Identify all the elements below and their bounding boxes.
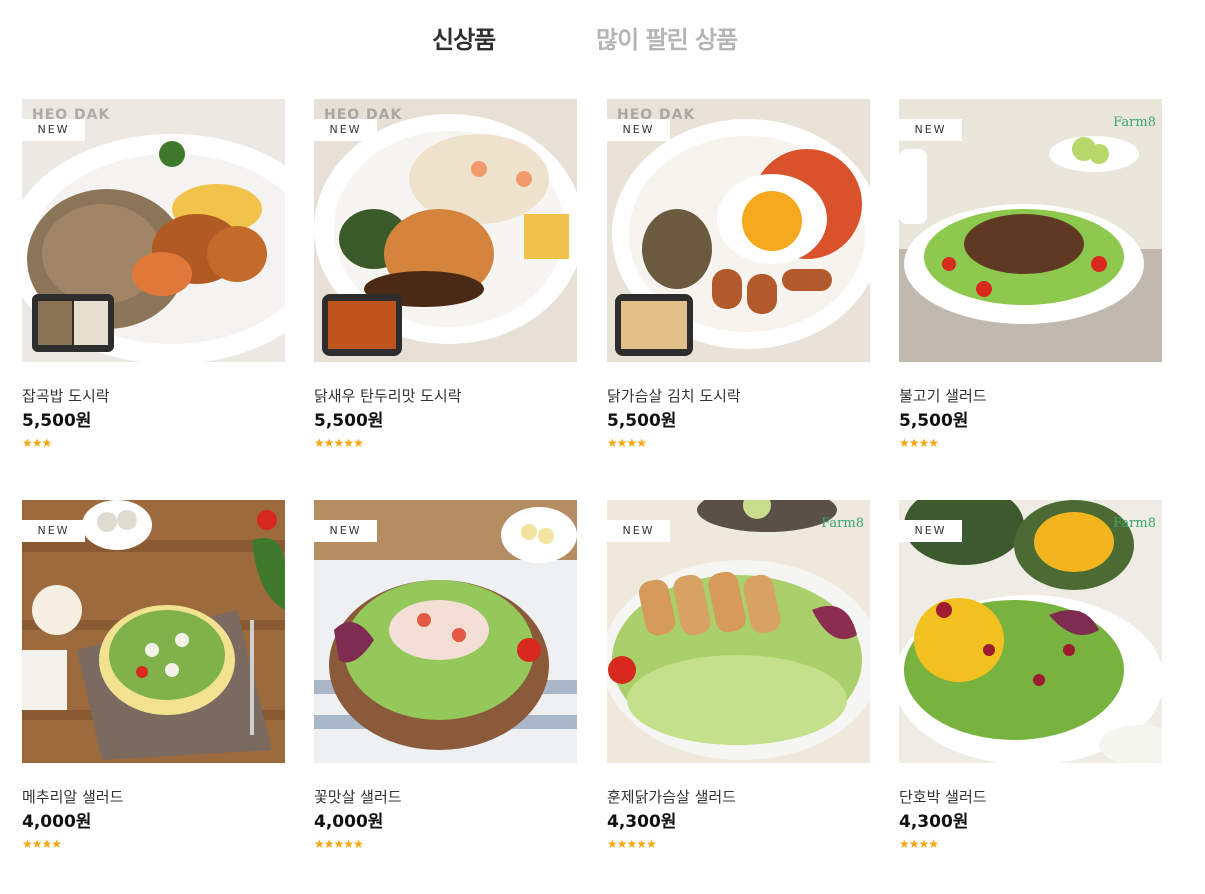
product-name[interactable]: 단호박 샐러드 — [899, 786, 987, 807]
quail-egg-salad-image[interactable]: NEW — [22, 500, 285, 763]
star-icon: ★ — [928, 436, 940, 450]
bulgogi-salad-image[interactable]: Farm8 NEW — [899, 99, 1162, 362]
rating-stars: ★★★★★ — [607, 833, 657, 851]
new-badge: NEW — [607, 119, 670, 141]
brand-logo: Farm8 — [1113, 516, 1156, 531]
product-card[interactable]: HEO DAK NEW 잡곡밥 도시락 5,500원 ★★★ — [22, 99, 285, 469]
new-badge: NEW — [899, 520, 962, 542]
chicken-shrimp-tandoori-lunchbox-image[interactable]: HEO DAK NEW — [314, 99, 577, 362]
product-name[interactable]: 훈제닭가슴살 샐러드 — [607, 786, 736, 807]
product-name[interactable]: 잡곡밥 도시락 — [22, 385, 110, 406]
product-name[interactable]: 메추리알 샐러드 — [22, 786, 123, 807]
product-price: 5,500원 — [899, 411, 969, 431]
product-card[interactable]: Farm8 NEW 불고기 샐러드 5,500원 ★★★★ — [899, 99, 1162, 469]
new-badge: NEW — [314, 119, 377, 141]
star-icon: ★ — [41, 436, 53, 450]
product-price: 5,500원 — [607, 411, 677, 431]
star-icon: ★ — [353, 837, 364, 851]
product-card[interactable]: NEW 꽃맛살 샐러드 4,000원 ★★★★★ — [314, 500, 577, 870]
product-name[interactable]: 꽃맛살 샐러드 — [314, 786, 402, 807]
product-tabs: 신상품 많이 팔린 상품 — [0, 20, 1205, 55]
product-price: 4,000원 — [314, 812, 384, 832]
rating-stars: ★★★★★ — [314, 432, 364, 450]
brand-logo: Farm8 — [1113, 115, 1156, 130]
product-card[interactable]: NEW 메추리알 샐러드 4,000원 ★★★★ — [22, 500, 285, 870]
product-price: 4,000원 — [22, 812, 92, 832]
brand-logo: Farm8 — [821, 516, 864, 531]
new-badge: NEW — [314, 520, 377, 542]
star-icon: ★ — [51, 837, 63, 851]
product-card[interactable]: Farm8 NEW 단호박 샐러드 4,300원 ★★★★ — [899, 500, 1162, 870]
product-name[interactable]: 불고기 샐러드 — [899, 385, 987, 406]
star-icon: ★ — [636, 436, 648, 450]
product-price: 4,300원 — [607, 812, 677, 832]
crab-stick-salad-image[interactable]: NEW — [314, 500, 577, 763]
tab-best-sellers[interactable]: 많이 팔린 상품 — [596, 20, 738, 55]
star-icon: ★ — [353, 436, 364, 450]
new-badge: NEW — [899, 119, 962, 141]
rating-stars: ★★★★ — [22, 833, 62, 851]
product-name[interactable]: 닭새우 탄두리맛 도시락 — [314, 385, 462, 406]
rating-stars: ★★★★ — [607, 432, 647, 450]
star-icon: ★ — [928, 837, 940, 851]
tab-new-products[interactable]: 신상품 — [432, 20, 496, 55]
product-card[interactable]: Farm8 NEW 훈제닭가슴살 샐러드 4,300원 ★★★★★ — [607, 500, 870, 870]
chicken-kimchi-lunchbox-image[interactable]: HEO DAK NEW — [607, 99, 870, 362]
product-price: 5,500원 — [22, 411, 92, 431]
rating-stars: ★★★★ — [899, 833, 939, 851]
product-name[interactable]: 닭가슴살 김치 도시락 — [607, 385, 741, 406]
smoked-chicken-salad-image[interactable]: Farm8 NEW — [607, 500, 870, 763]
grain-rice-lunchbox-image[interactable]: HEO DAK NEW — [22, 99, 285, 362]
product-card[interactable]: HEO DAK NEW 닭가슴살 김치 도시락 5,500원 ★★★★ — [607, 99, 870, 469]
new-badge: NEW — [22, 119, 85, 141]
new-badge: NEW — [22, 520, 85, 542]
rating-stars: ★★★★★ — [314, 833, 364, 851]
sweet-pumpkin-salad-image[interactable]: Farm8 NEW — [899, 500, 1162, 763]
star-icon: ★ — [646, 837, 657, 851]
product-card[interactable]: HEO DAK NEW 닭새우 탄두리맛 도시락 5,500원 ★★★★★ — [314, 99, 577, 469]
rating-stars: ★★★★ — [899, 432, 939, 450]
new-badge: NEW — [607, 520, 670, 542]
product-price: 4,300원 — [899, 812, 969, 832]
product-price: 5,500원 — [314, 411, 384, 431]
rating-stars: ★★★ — [22, 432, 52, 450]
